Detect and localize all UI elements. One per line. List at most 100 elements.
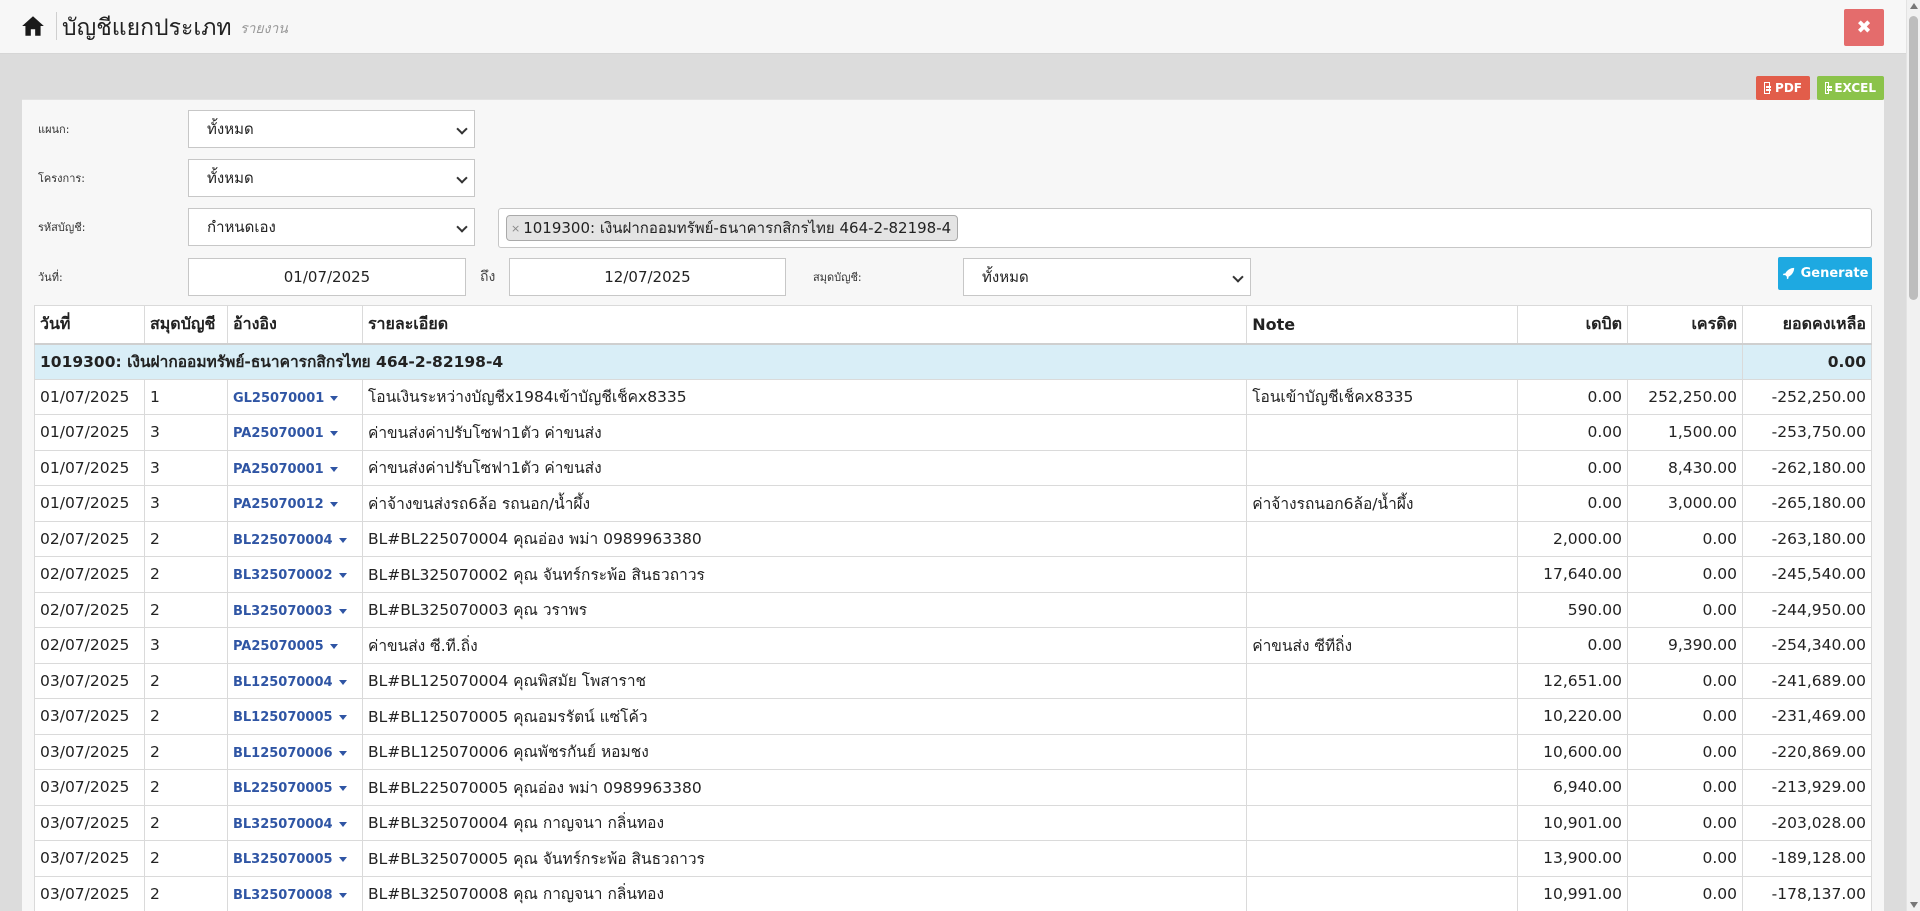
generate-label: Generate — [1800, 266, 1869, 281]
caret-down-icon[interactable] — [329, 431, 338, 437]
caret-down-icon[interactable] — [338, 679, 347, 685]
ref-link[interactable]: BL225070005 — [233, 781, 347, 796]
cell-date: 03/07/2025 — [34, 733, 145, 770]
cell-date: 03/07/2025 — [34, 840, 145, 877]
date-to-input[interactable]: 12/07/2025 — [509, 258, 786, 296]
ref-link[interactable]: BL325070004 — [233, 817, 347, 832]
cell-credit: 9,390.00 — [1627, 627, 1743, 664]
cell-note — [1246, 875, 1519, 911]
caret-down-icon[interactable] — [329, 644, 338, 650]
caret-down-icon[interactable] — [338, 608, 347, 614]
caret-down-icon[interactable] — [338, 857, 347, 863]
scroll-thumb[interactable] — [1909, 16, 1918, 300]
cell-ref: BL125070004 — [226, 662, 363, 699]
ref-link[interactable]: PA25070005 — [233, 639, 338, 654]
ref-link[interactable]: BL125070006 — [233, 746, 347, 761]
cell-ref: BL125070005 — [226, 698, 363, 735]
account-chip-label: 1019300: เงินฝากออมทรัพย์-ธนาคารกสิกรไทย… — [523, 219, 952, 237]
project-select-value: ทั้งหมด — [207, 169, 254, 187]
department-label: แผนก: — [38, 123, 70, 136]
cell-debit: 0.00 — [1517, 485, 1629, 522]
col-header-date[interactable]: วันที่ — [34, 305, 145, 345]
cell-note: ค่าขนส่ง ซีทีถิ่ง — [1246, 627, 1519, 664]
page-scrollbar[interactable] — [1906, 0, 1920, 911]
project-select[interactable]: ทั้งหมด — [188, 159, 475, 197]
cell-balance: -253,750.00 — [1742, 414, 1872, 451]
cell-journal: 3 — [143, 485, 228, 522]
chevron-down-icon — [456, 123, 468, 135]
export-excel-button[interactable]: EXCEL — [1817, 76, 1884, 100]
ref-link[interactable]: BL325070002 — [233, 568, 347, 583]
cell-detail: BL#BL125070006 คุณพัชรกันย์ หอมชง — [361, 733, 1248, 770]
cell-date: 02/07/2025 — [34, 556, 145, 593]
table-row: 02/07/2025 2 BL225070004 BL#BL225070004 คุณ… — [34, 520, 1872, 557]
remove-chip-icon[interactable]: × — [511, 222, 520, 235]
account-chip[interactable]: × 1019300: เงินฝากออมทรัพย์-ธนาคารกสิกรไ… — [506, 215, 959, 241]
ref-link[interactable]: BL325070003 — [233, 604, 347, 619]
ref-link-label: BL225070004 — [232, 532, 333, 548]
caret-down-icon[interactable] — [338, 821, 347, 827]
cell-ref: BL225070005 — [226, 769, 363, 806]
ref-link[interactable]: PA25070012 — [233, 497, 338, 512]
ref-link[interactable]: PA25070001 — [233, 426, 338, 441]
ledger-table: วันที่ สมุดบัญชี อ้างอิง รายละเอียด Note… — [34, 305, 1872, 911]
account-mode-select[interactable]: กำหนดเอง — [188, 208, 475, 246]
caret-down-icon[interactable] — [338, 750, 347, 756]
cell-journal: 2 — [143, 556, 228, 593]
ref-link[interactable]: PA25070001 — [233, 462, 338, 477]
col-header-journal[interactable]: สมุดบัญชี — [143, 305, 228, 345]
ref-link[interactable]: BL225070004 — [233, 533, 347, 548]
cell-ref: BL325070008 — [226, 875, 363, 911]
date-label: วันที่: — [38, 271, 63, 284]
ref-link[interactable]: GL25070001 — [233, 391, 339, 406]
cell-balance: -178,137.00 — [1742, 875, 1872, 911]
cell-ref: BL325070004 — [226, 804, 363, 841]
cell-journal: 3 — [143, 414, 228, 451]
account-multiselect[interactable]: × 1019300: เงินฝากออมทรัพย์-ธนาคารกสิกรไ… — [498, 208, 1872, 248]
export-pdf-button[interactable]: PDF — [1756, 76, 1810, 100]
cell-date: 03/07/2025 — [34, 769, 145, 806]
cell-credit: 1,500.00 — [1627, 414, 1743, 451]
caret-down-icon[interactable] — [338, 537, 347, 543]
close-button[interactable]: ✖ — [1844, 9, 1884, 46]
cell-balance: -263,180.00 — [1742, 520, 1872, 557]
department-select[interactable]: ทั้งหมด — [188, 110, 475, 148]
date-to-label: ถึง — [480, 269, 496, 285]
col-header-note[interactable]: Note — [1246, 305, 1519, 345]
cell-journal: 2 — [143, 591, 228, 628]
caret-down-icon[interactable] — [329, 466, 338, 472]
ref-link-label: BL325070004 — [232, 816, 333, 832]
cell-balance: -265,180.00 — [1742, 485, 1872, 522]
scroll-up-icon[interactable] — [1910, 3, 1918, 9]
cell-debit: 590.00 — [1517, 591, 1629, 628]
col-header-detail[interactable]: รายละเอียด — [361, 305, 1248, 345]
page-title: บัญชีแยกประเภท — [62, 15, 232, 41]
ref-link-label: PA25070001 — [232, 426, 324, 442]
ref-link[interactable]: BL125070005 — [233, 710, 347, 725]
journal-select[interactable]: ทั้งหมด — [963, 258, 1251, 296]
cell-date: 01/07/2025 — [34, 378, 145, 415]
table-row: 01/07/2025 3 PA25070012 ค่าจ้างขนส่งรถ6ล้อ … — [34, 485, 1872, 522]
col-header-credit[interactable]: เครดิต — [1627, 305, 1743, 345]
caret-down-icon[interactable] — [338, 573, 347, 579]
cell-note — [1246, 733, 1519, 770]
caret-down-icon[interactable] — [329, 502, 338, 508]
col-header-debit[interactable]: เดบิต — [1517, 305, 1629, 345]
ref-link[interactable]: BL325070005 — [233, 852, 347, 867]
home-icon[interactable] — [20, 13, 46, 39]
date-from-input[interactable]: 01/07/2025 — [188, 258, 466, 296]
generate-button[interactable]: Generate — [1778, 257, 1872, 290]
ref-link[interactable]: BL125070004 — [233, 675, 347, 690]
cell-ref: BL325070005 — [226, 840, 363, 877]
caret-down-icon[interactable] — [338, 892, 347, 898]
col-header-balance[interactable]: ยอดคงเหลือ — [1742, 305, 1872, 345]
caret-down-icon[interactable] — [338, 786, 347, 792]
col-header-ref[interactable]: อ้างอิง — [226, 305, 363, 345]
caret-down-icon[interactable] — [330, 395, 339, 401]
scroll-down-icon[interactable] — [1910, 902, 1918, 908]
table-row: 03/07/2025 2 BL325070005 BL#BL325070005 คุณ… — [34, 840, 1872, 877]
cell-detail: โอนเงินระหว่างบัญชีx1984เข้าบัญชีเช็คx83… — [361, 378, 1248, 415]
ref-link[interactable]: BL325070008 — [233, 888, 347, 903]
cell-balance: -203,028.00 — [1742, 804, 1872, 841]
caret-down-icon[interactable] — [338, 715, 347, 721]
